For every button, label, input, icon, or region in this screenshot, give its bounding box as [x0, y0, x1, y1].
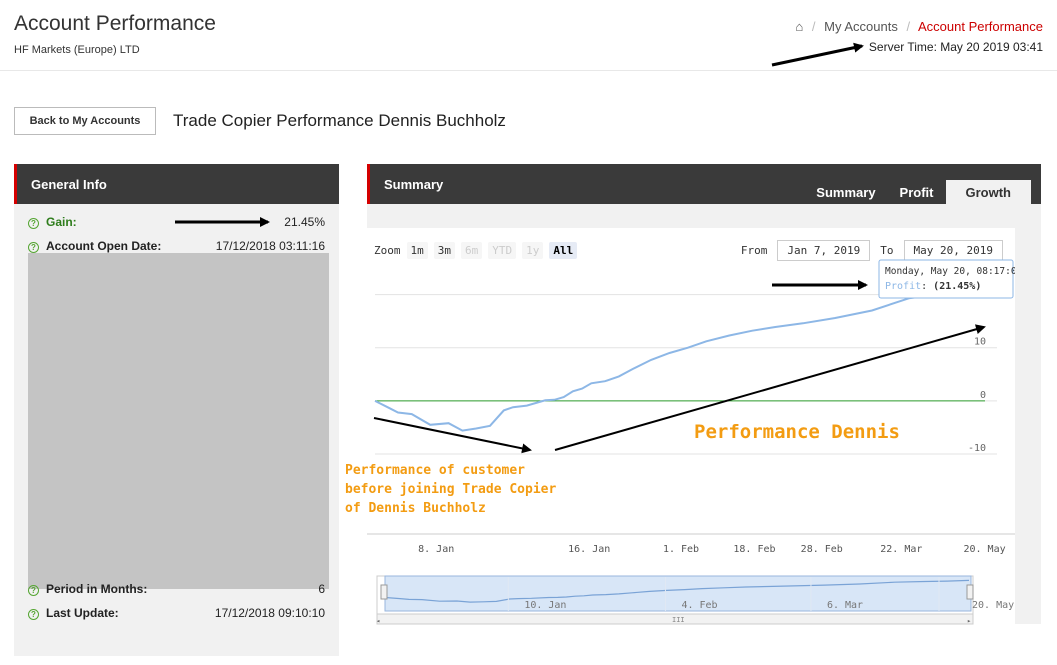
general-info-panel: General Info ? Gain: 21.45% ? Account Open…	[14, 164, 339, 656]
x-tick-label: 28. Feb	[801, 544, 843, 555]
last-update-value: 17/12/2018 09:10:10	[214, 606, 325, 620]
server-time: Server Time: May 20 2019 03:41	[869, 40, 1043, 54]
y-tick-label: 0	[980, 390, 986, 401]
summary-tabs: Summary Profit Growth	[804, 180, 1031, 204]
chart-tooltip: Monday, May 20, 08:17:02 Profit: (21.45%…	[878, 259, 1015, 299]
scroll-right-arrow[interactable]: ▸	[967, 617, 971, 625]
period-row: ? Period in Months: 6	[28, 582, 325, 600]
tab-growth[interactable]: Growth	[945, 180, 1031, 204]
tooltip-series: Profit	[885, 281, 921, 292]
tooltip-value: (21.45%)	[933, 281, 981, 292]
x-tick-label: 16. Jan	[568, 544, 610, 555]
tooltip-date: Monday, May 20, 08:17:02	[885, 266, 1015, 277]
copier-title: Trade Copier Performance Dennis Buchholz	[173, 111, 506, 130]
last-update-row: ? Last Update: 17/12/2018 09:10:10	[28, 606, 325, 624]
y-tick-label: -10	[968, 443, 986, 454]
growth-chart: Zoom 1m 3m 6m YTD 1y All From Jan 7, 201…	[367, 228, 1015, 626]
breadcrumb-separator: /	[811, 19, 816, 34]
open-date-value: 17/12/2018 03:11:16	[215, 239, 325, 253]
help-icon[interactable]: ?	[28, 218, 39, 229]
x-tick-label: 1. Feb	[663, 544, 699, 555]
profit-series-line	[374, 285, 988, 432]
navigator-selection[interactable]	[384, 575, 972, 612]
x-tick-label: 20. May	[963, 544, 1005, 555]
navigator-tick-label: 6. Mar	[827, 600, 863, 611]
gain-row: ? Gain: 21.45%	[28, 215, 325, 233]
x-tick-label: 8. Jan	[418, 544, 454, 555]
navigator-left-handle[interactable]	[380, 584, 388, 600]
tab-summary[interactable]: Summary	[804, 180, 887, 204]
navigator-tick-label: 20. May	[972, 600, 1014, 611]
scrollbar-grip[interactable]: III	[672, 616, 685, 624]
period-value: 6	[318, 582, 325, 596]
back-to-my-accounts-button[interactable]: Back to My Accounts	[14, 107, 156, 135]
breadcrumb: ⌂ / My Accounts / Account Performance	[795, 19, 1043, 34]
summary-title: Summary	[384, 177, 444, 192]
tab-profit[interactable]: Profit	[888, 180, 946, 204]
x-tick-label: 22. Mar	[880, 544, 922, 555]
navigator-tick-label: 10. Jan	[524, 600, 566, 611]
y-tick-label: 10	[974, 337, 986, 348]
x-tick-label: 18. Feb	[733, 544, 775, 555]
home-icon[interactable]: ⌂	[795, 19, 803, 34]
breadcrumb-separator: /	[906, 19, 911, 34]
breadcrumb-my-accounts[interactable]: My Accounts	[824, 19, 898, 34]
scroll-left-arrow[interactable]: ◂	[376, 617, 380, 625]
gain-value: 21.45%	[284, 215, 325, 229]
tooltip-value-line: Profit: (21.45%)	[885, 281, 981, 292]
chart-canvas: -1001020 8. Jan16. Jan1. Feb18. Feb28. F…	[367, 259, 1015, 625]
chart-navigator[interactable]: 10. Jan 4. Feb 6. Mar 20. May ◂ ▸ III	[376, 575, 1014, 625]
arrow-server-time	[771, 42, 864, 67]
last-update-label: Last Update:	[46, 606, 119, 620]
redacted-area	[28, 253, 329, 589]
page-title: Account Performance	[14, 12, 216, 35]
gain-label: Gain:	[46, 215, 77, 229]
general-info-title: General Info	[14, 164, 339, 204]
header-divider	[0, 70, 1057, 71]
summary-header: Summary Summary Profit Growth	[367, 164, 1041, 204]
help-icon[interactable]: ?	[28, 242, 39, 253]
server-time-label: Server Time:	[868, 40, 937, 54]
open-date-label: Account Open Date:	[46, 239, 162, 253]
help-icon[interactable]: ?	[28, 585, 39, 596]
navigator-right-handle[interactable]	[966, 584, 974, 600]
server-time-value: May 20 2019 03:41	[940, 40, 1043, 54]
navigator-tick-label: 4. Feb	[681, 600, 717, 611]
broker-name: HF Markets (Europe) LTD	[14, 44, 140, 56]
breadcrumb-account-performance: Account Performance	[917, 19, 1043, 34]
help-icon[interactable]: ?	[28, 609, 39, 620]
period-label: Period in Months:	[46, 582, 148, 596]
